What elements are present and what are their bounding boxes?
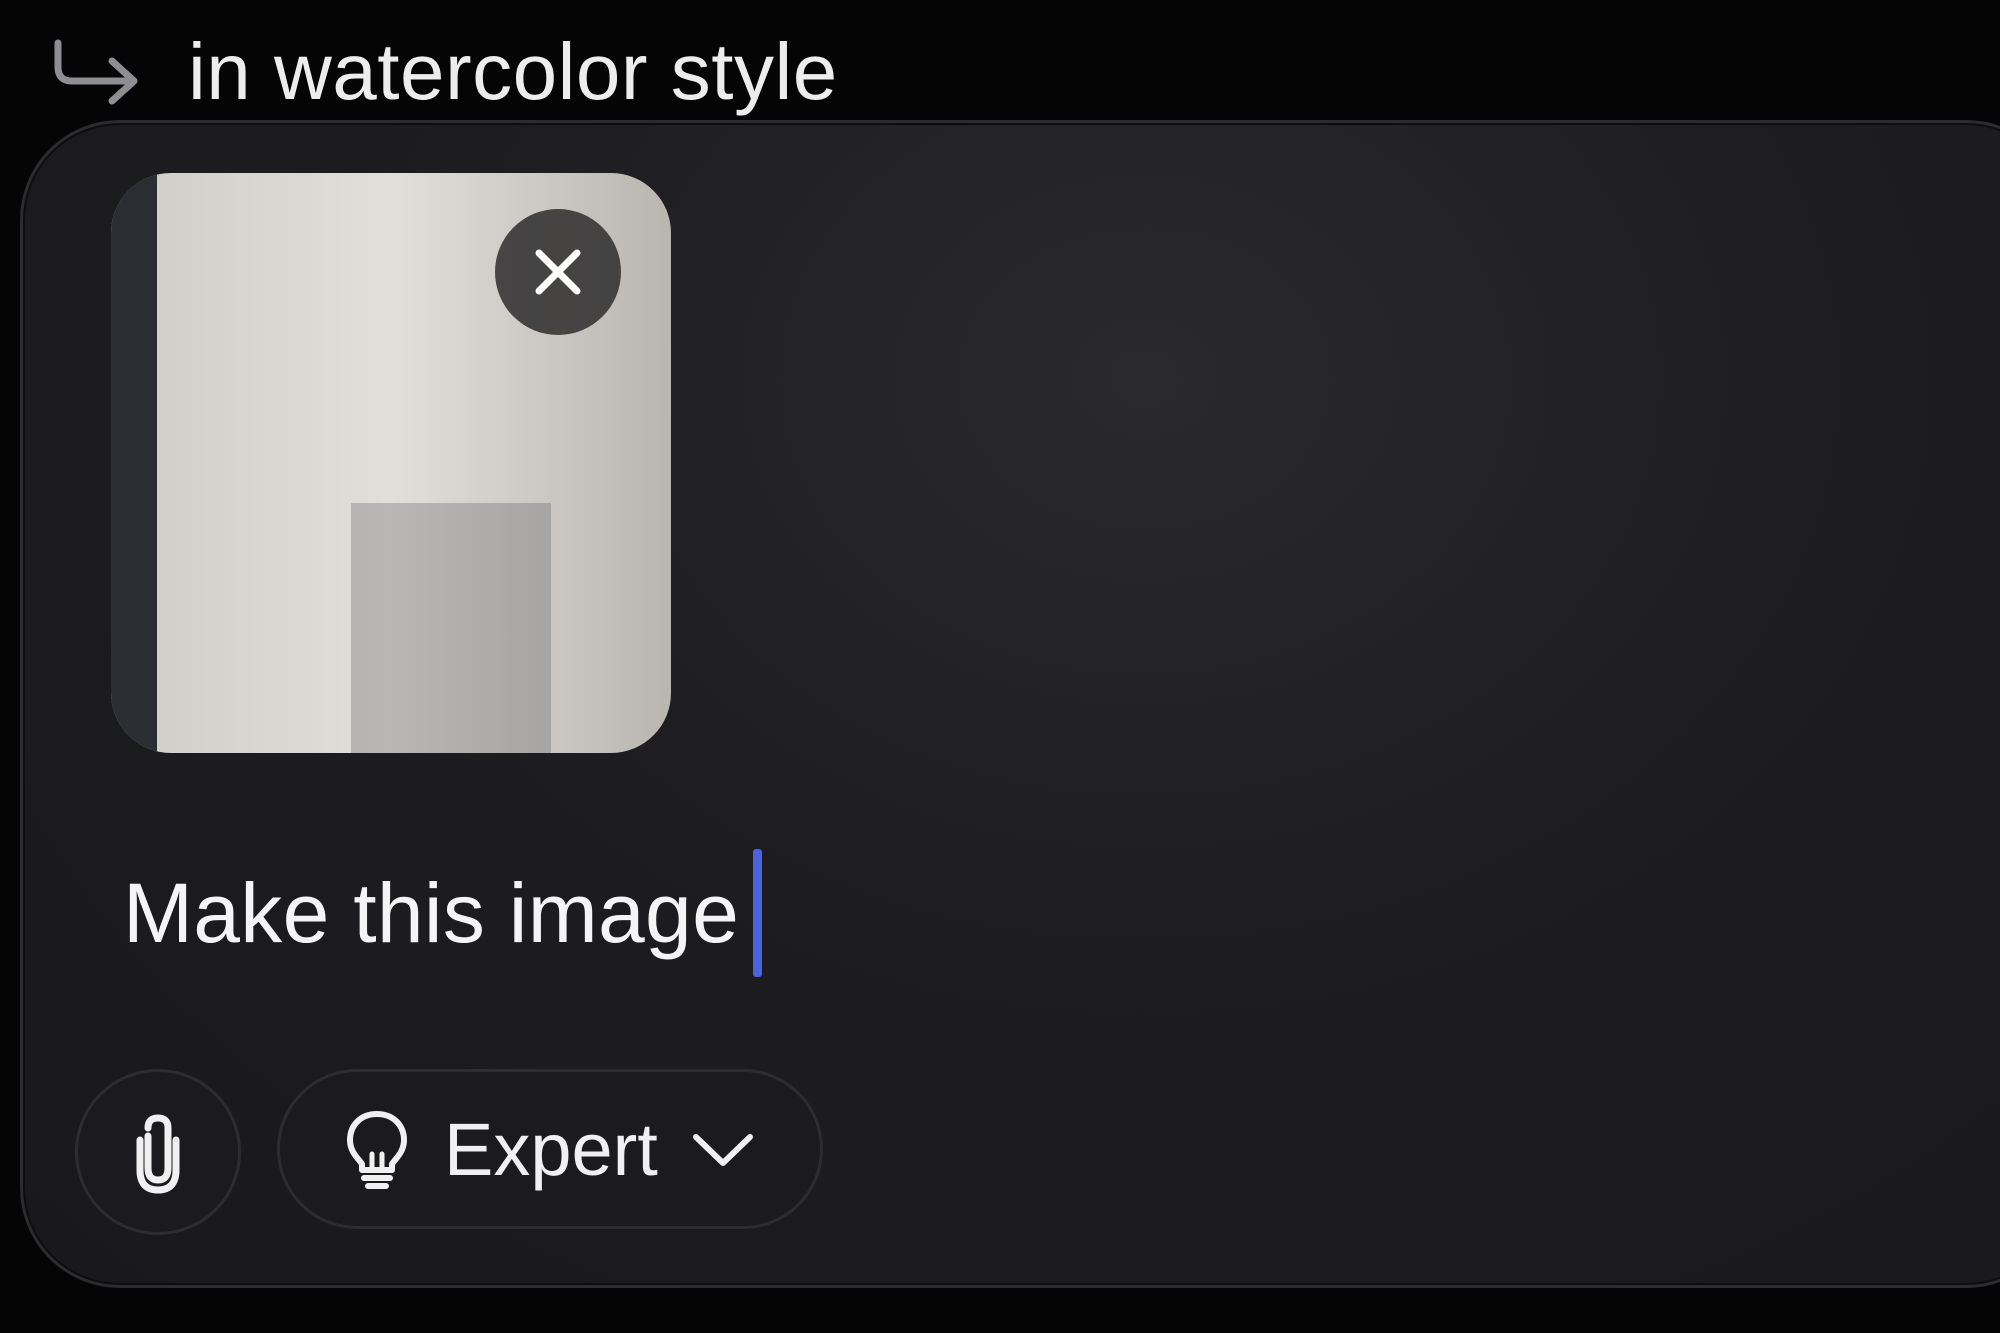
remove-attachment-button[interactable] [495, 209, 621, 335]
mode-selector[interactable]: Expert [277, 1069, 823, 1229]
paperclip-icon [136, 1114, 180, 1194]
text-caret [753, 849, 763, 977]
prompt-input[interactable]: Make this image [123, 843, 1923, 983]
reply-arrow-icon [54, 39, 138, 105]
close-icon [535, 249, 581, 295]
prompt-text: Make this image [123, 865, 740, 960]
attach-button[interactable] [75, 1069, 241, 1235]
mode-label: Expert [444, 1107, 658, 1191]
lightbulb-icon [347, 1111, 407, 1189]
chevron-down-icon [692, 1134, 753, 1166]
reply-text: in watercolor style [188, 27, 838, 116]
reply-context: in watercolor style [50, 22, 838, 122]
message-composer: Make this image Expert [20, 120, 2000, 1288]
